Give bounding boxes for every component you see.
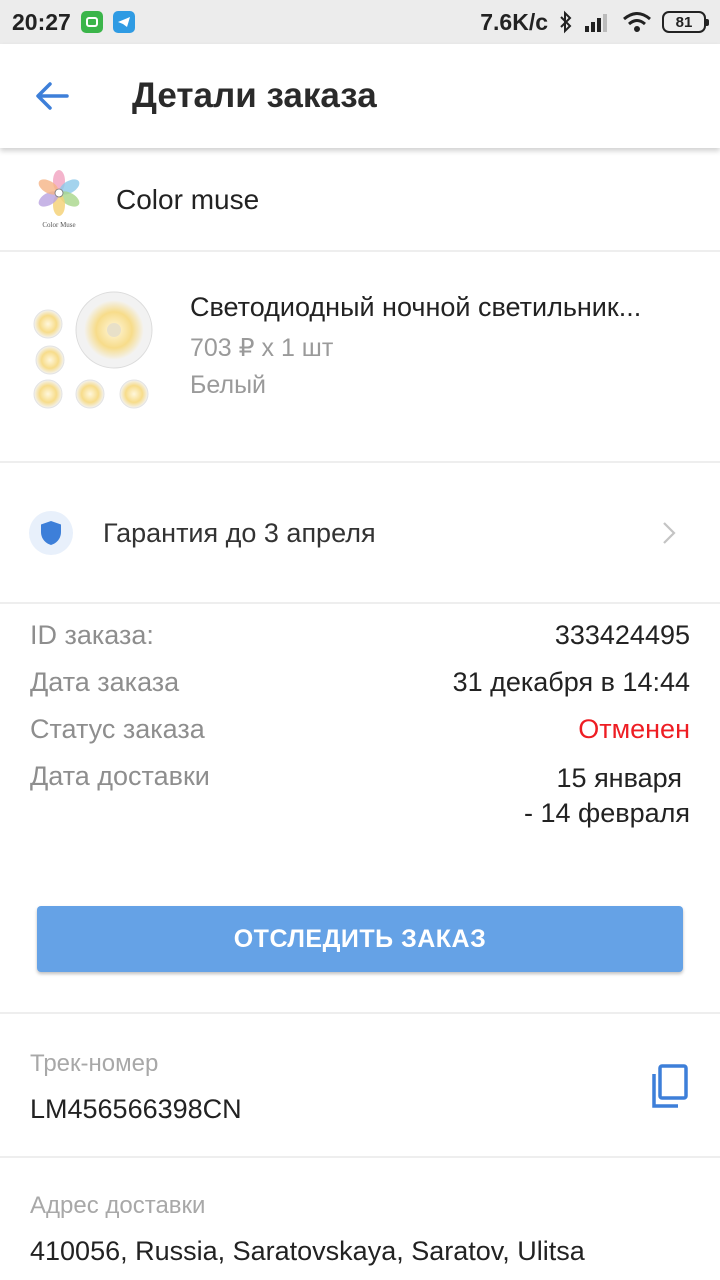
store-name: Color muse [116, 184, 260, 215]
back-button[interactable] [0, 44, 104, 148]
tracking-number: LM456566398CN [30, 1094, 242, 1124]
status-time: 20:27 [12, 8, 71, 35]
chevron-right-icon [663, 522, 676, 544]
network-speed: 7.6K/с [480, 8, 548, 35]
wifi-icon [623, 12, 651, 32]
order-id-row: ID заказа: 333424495 [0, 620, 720, 667]
app-bar: Детали заказа [0, 44, 720, 148]
product-price: 703 ₽ x 1 шт [190, 334, 334, 362]
order-status-label: Статус заказа [30, 714, 205, 744]
store-logo-image: Color Muse [38, 170, 80, 229]
signal-icon [585, 14, 607, 32]
warranty-row[interactable]: Гарантия до 3 апреля [0, 464, 720, 602]
order-date-value: 31 декабря в 14:44 [452, 667, 690, 697]
order-status-value: Отменен [578, 714, 690, 744]
status-bar-left: 20:27 [12, 9, 135, 36]
arrow-left-icon [36, 82, 69, 110]
shield-icon [41, 521, 61, 545]
delivery-date-row: Дата доставки 15 января - 14 февраля [0, 761, 720, 841]
product-row[interactable]: Светодиодный ночной светильник... 703 ₽ … [0, 252, 720, 460]
divider [0, 461, 720, 463]
telegram-icon [112, 11, 135, 33]
product-image [28, 288, 158, 418]
battery-indicator: 81 [662, 11, 709, 33]
address-label: Адрес доставки [30, 1192, 206, 1219]
battery-level: 81 [675, 13, 693, 31]
delivery-date-value: 15 января - 14 февраля [524, 761, 690, 831]
tracking-label: Трек-номер [30, 1050, 159, 1077]
order-date-row: Дата заказа 31 декабря в 14:44 [0, 667, 720, 714]
status-bar: 20:27 7.6K/с 81 [0, 0, 720, 44]
order-status-row: Статус заказа Отменен [0, 714, 720, 761]
shield-icon-wrap [29, 511, 73, 555]
bluetooth-icon [560, 10, 572, 34]
product-color: Белый [190, 371, 267, 399]
copy-icon [652, 1064, 688, 1108]
store-logo: Color Muse [28, 169, 90, 231]
status-bar-right: 7.6K/с 81 [480, 8, 709, 36]
warranty-text: Гарантия до 3 апреля [103, 517, 376, 548]
divider [0, 602, 720, 604]
delivery-date-label: Дата доставки [30, 761, 210, 791]
order-id-value: 333424495 [554, 620, 690, 650]
order-id-label: ID заказа: [30, 620, 154, 650]
track-order-button[interactable]: ОТСЛЕДИТЬ ЗАКАЗ [37, 906, 683, 972]
page-title: Детали заказа [132, 76, 377, 115]
address-section: Адрес доставки 410056, Russia, Saratovsk… [0, 1158, 720, 1280]
divider [0, 1012, 720, 1014]
mi-home-icon [80, 11, 103, 33]
tracking-section: Трек-номер LM456566398CN [0, 1016, 720, 1156]
product-name: Светодиодный ночной светильник... [190, 292, 642, 322]
store-logo-text: Color Muse [42, 221, 75, 229]
delivery-date-end: - 14 февраля [523, 798, 690, 828]
store-row[interactable]: Color Muse Color muse [0, 150, 720, 250]
address-value: 410056, Russia, Saratovskaya, Saratov, U… [30, 1236, 585, 1266]
order-details: ID заказа: 333424495 Дата заказа 31 дека… [0, 620, 720, 841]
order-date-label: Дата заказа [30, 667, 180, 697]
copy-button[interactable] [650, 1064, 690, 1110]
product-info: Светодиодный ночной светильник... 703 ₽ … [190, 292, 690, 400]
delivery-date-start: 15 января [556, 763, 682, 793]
